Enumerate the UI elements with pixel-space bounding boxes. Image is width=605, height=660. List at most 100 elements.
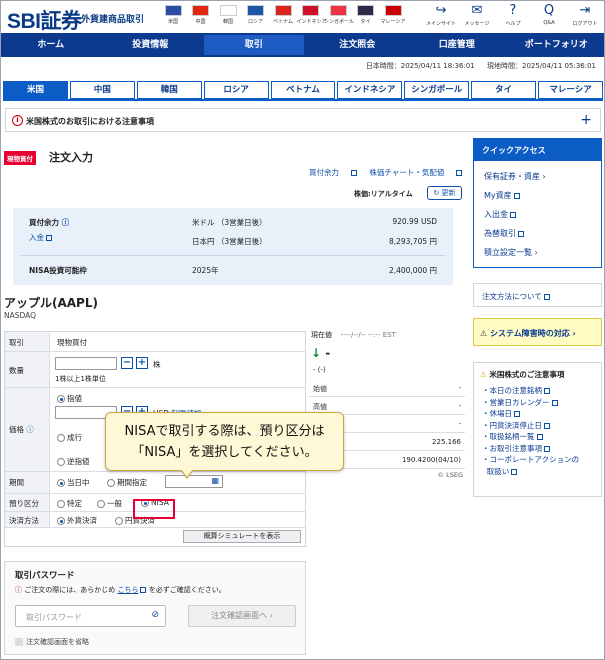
refresh-button[interactable]: ↻ 更新 [427, 186, 462, 200]
account-general-option[interactable]: 一般 [97, 498, 122, 509]
browser-frame: SBI証券 外貨建商品取引 米国 中国 韓国 ロシア ベトナム インドネシア シンガポールタ… [0, 0, 605, 660]
nav-item-5[interactable]: ポートフォリオ [507, 33, 605, 57]
quick-access: クイックアクセス 保有証券・資産 › My資産 入出金 為替取引 積立設定一覧 › [473, 138, 602, 268]
notice-bar[interactable]: i 米国株式のお取引における注意事項 + [5, 108, 601, 132]
nav-item-1[interactable]: 投資情報 [101, 33, 201, 57]
quantity-input[interactable] [55, 357, 117, 370]
country-tab-7[interactable]: タイ [471, 81, 537, 99]
sbi-logo[interactable]: SBI証券 [7, 5, 82, 35]
flag-icon [192, 5, 209, 16]
stock-market: NASDAQ [4, 311, 37, 320]
country-tab-4[interactable]: ベトナム [270, 81, 336, 99]
down-arrow-icon: ↓ [311, 346, 322, 360]
price-basis: 株価:リアルタイム [354, 190, 413, 198]
flag-1[interactable]: 中国 [187, 5, 215, 25]
confirm-button[interactable]: 注文確認画面へ › [188, 605, 296, 627]
deposit-link[interactable]: 入金 [29, 232, 52, 243]
notes-item[interactable]: ・円貨決済停止日 [482, 420, 550, 431]
flag-6[interactable]: シンガポール [324, 5, 354, 25]
flag-5[interactable]: インドネシア [297, 5, 327, 25]
skip-confirm-checkbox[interactable]: 注文確認画面を省略 [15, 637, 89, 647]
notes-item[interactable]: ・本日の注意銘柄 [482, 385, 550, 396]
country-tab-3[interactable]: ロシア [203, 81, 269, 99]
flag-icon [302, 5, 319, 16]
util-button-3[interactable]: Q Q&A [533, 3, 565, 27]
flag-icon [219, 5, 237, 16]
term-specified-option[interactable]: 期間指定 [107, 477, 147, 488]
term-today-option[interactable]: 当日中 [57, 477, 90, 488]
flag-0[interactable]: 米国 [159, 5, 187, 25]
country-tab-6[interactable]: シンガポール [404, 81, 470, 99]
buying-power-link[interactable]: 買付余力 [309, 168, 357, 177]
external-link-icon [514, 411, 520, 417]
flag-8[interactable]: マレーシア [379, 5, 407, 25]
external-link-icon [551, 399, 558, 406]
header-subtitle: 外貨建商品取引 [81, 15, 145, 25]
password-input[interactable]: 取引パスワード ⊘ [15, 605, 166, 627]
notes-item[interactable]: ・コーポレートアクションの [482, 454, 579, 465]
nav-item-4[interactable]: 口座管理 [407, 33, 507, 57]
country-tab-0[interactable]: 米国 [3, 81, 68, 99]
country-tab-8[interactable]: マレーシア [538, 81, 604, 99]
quick-access-item[interactable]: 為替取引 [484, 228, 524, 239]
external-link-icon [536, 434, 543, 440]
settle-foreign-option[interactable]: 外貨決済 [57, 515, 97, 526]
calendar-icon: ▦ [211, 476, 219, 485]
notice-text: 米国株式のお取引における注意事項 [26, 117, 154, 126]
notes-item[interactable]: ・お取引注意事項 [482, 443, 550, 454]
jpy-label: 日本円 （3営業日後） [192, 237, 267, 246]
util-button-0[interactable]: ↪ メインサイト [425, 4, 457, 28]
order-type-badge: 現物買付 [4, 151, 36, 165]
notes-item[interactable]: 取扱い [482, 466, 518, 477]
nisa-year: 2025年 [192, 266, 219, 275]
flag-2[interactable]: 韓国 [214, 5, 242, 25]
quick-access-item[interactable]: My資産 [484, 190, 520, 201]
quick-access-item[interactable]: 積立設定一覧 › [484, 247, 538, 258]
flag-3[interactable]: ロシア [242, 5, 270, 25]
notes-item[interactable]: ・営業日カレンダー [482, 397, 558, 408]
notes-item[interactable]: ・休場日 [482, 408, 520, 419]
price-stop-option[interactable]: 逆指値 [57, 456, 90, 467]
external-link-icon [351, 170, 357, 176]
expand-icon[interactable]: + [580, 112, 592, 128]
external-link-icon [140, 587, 147, 593]
price-market-option[interactable]: 成行 [57, 432, 82, 443]
country-tab-2[interactable]: 韓国 [136, 81, 202, 99]
country-tabs: 米国 中国 韓国 ロシア ベトナム インドネシア シンガポール タイ マレーシア [3, 81, 604, 99]
util-button-4[interactable]: ⇥ ログアウト [569, 4, 601, 28]
system-failure-link[interactable]: ⚠ システム障害時の対応 › [473, 318, 602, 346]
country-tab-5[interactable]: インドネシア [337, 81, 403, 99]
qty-plus-button[interactable]: + [136, 357, 148, 369]
row-term: 期間 当日中 期間指定 ▦ [5, 472, 305, 494]
quick-access-item[interactable]: 入出金 [484, 209, 516, 220]
util-button-2[interactable]: ? ヘルプ [497, 3, 529, 28]
flag-4[interactable]: ベトナム [269, 5, 297, 25]
util-button-1[interactable]: ✉ メッセージ [461, 4, 493, 28]
order-method-link[interactable]: 注文方法について [473, 283, 602, 307]
util-icon: ? [509, 3, 517, 18]
price-limit-option[interactable]: 指値 [57, 393, 82, 404]
flag-7[interactable]: タイ [352, 5, 380, 25]
simulate-button[interactable]: 概算シミュレートを表示 [183, 530, 301, 543]
account-specific-option[interactable]: 特定 [57, 498, 82, 509]
flag-icon [357, 5, 374, 16]
quick-access-item[interactable]: 保有証券・資産 › [484, 171, 546, 182]
country-tab-1[interactable]: 中国 [69, 81, 135, 99]
external-link-icon [511, 468, 518, 475]
date-input[interactable]: ▦ [165, 475, 223, 488]
jpy-value: 8,293,705 円 [388, 237, 437, 246]
local-time: 現地時間：2025/04/11 05:36:01 [486, 62, 596, 70]
nisa-label: NISA投資可能枠 [29, 266, 87, 275]
tab-underline [3, 99, 603, 101]
nav-item-0[interactable]: ホーム [1, 33, 101, 57]
help-icon: ⓘ [26, 425, 34, 434]
nav-item-2[interactable]: 取引 [204, 35, 304, 55]
notes-item[interactable]: ・取扱銘柄一覧 [482, 431, 543, 442]
notice-link[interactable]: こちら [117, 586, 138, 594]
util-icon: Q [543, 3, 555, 18]
external-link-icon [510, 211, 516, 218]
chart-link[interactable]: 株価チャート・気配値 [369, 168, 463, 177]
nav-item-3[interactable]: 注文照会 [308, 33, 408, 57]
qty-minus-button[interactable]: − [121, 357, 133, 369]
eye-off-icon: ⊘ [151, 610, 159, 620]
